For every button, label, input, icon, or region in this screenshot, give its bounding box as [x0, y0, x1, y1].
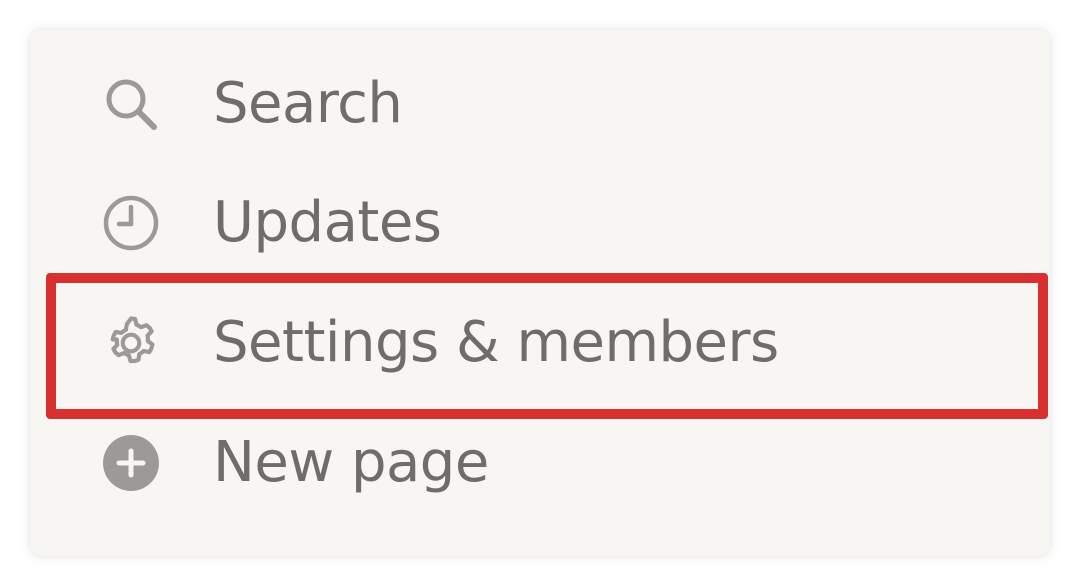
clock-icon: [100, 192, 162, 254]
sidebar-item-label: Settings & members: [213, 310, 779, 375]
gear-icon: [100, 312, 162, 374]
sidebar-item-label: Search: [213, 71, 403, 136]
sidebar-item-search[interactable]: Search: [30, 44, 1050, 164]
sidebar-item-settings[interactable]: Settings & members: [30, 283, 1050, 403]
sidebar-item-updates[interactable]: Updates: [30, 163, 1050, 283]
sidebar-item-new-page[interactable]: New page: [30, 403, 1050, 523]
sidebar-item-label: New page: [213, 430, 489, 495]
sidebar-menu-panel: Search Updates Settings & members New pa…: [30, 30, 1050, 556]
search-icon: [100, 73, 162, 135]
sidebar-item-label: Updates: [213, 190, 442, 255]
plus-circle-icon: [100, 432, 162, 494]
